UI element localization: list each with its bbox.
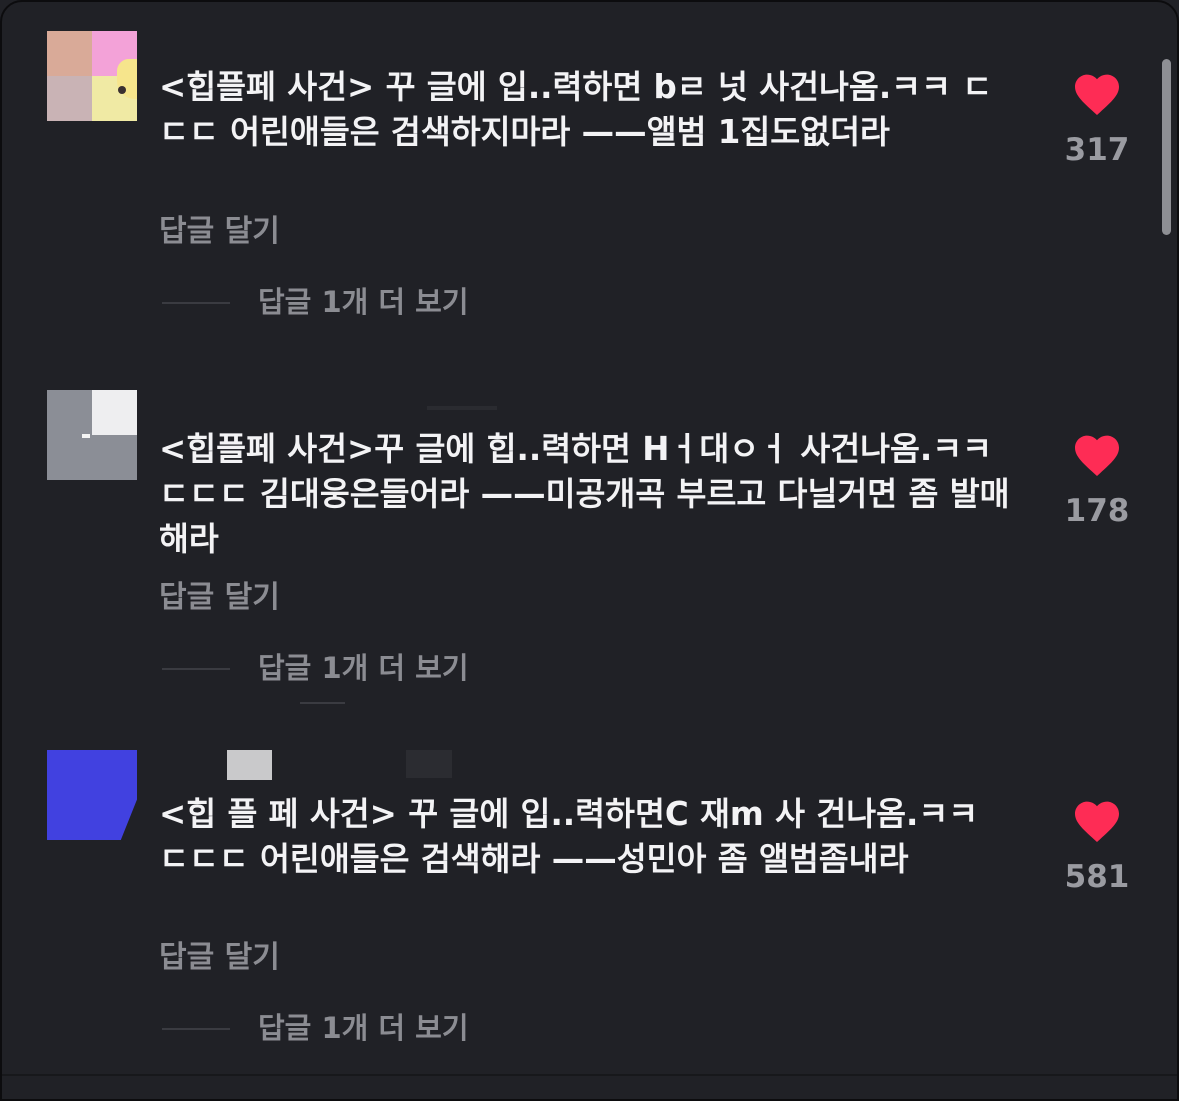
bottom-divider	[2, 1074, 1177, 1076]
reply-button[interactable]: 답글 달기	[159, 940, 280, 976]
like-count: 317	[1064, 132, 1130, 168]
reply-button[interactable]: 답글 달기	[159, 580, 280, 616]
comment-text: <힙플페 사건>꾸 글에 힙..력하면 Hㅓ대ㅇㅓ 사건나옴.ㅋㅋ ㄷㄷㄷ 김대…	[159, 430, 1010, 558]
username-redacted	[406, 750, 452, 778]
heart-icon	[1075, 74, 1119, 115]
username-redacted	[427, 406, 497, 410]
avatar[interactable]	[47, 31, 137, 121]
comment-text: <힙플페 사건> 꾸 글에 입..력하면 bㄹ 넛 사건나옴.ㅋㅋ ㄷㄷㄷ 어린…	[159, 68, 993, 151]
avatar[interactable]	[47, 390, 137, 480]
like-count: 581	[1064, 859, 1130, 895]
divider-line	[162, 302, 230, 304]
like-count: 178	[1064, 493, 1130, 529]
username-redacted	[227, 750, 272, 780]
divider-line	[300, 702, 345, 704]
reply-button[interactable]: 답글 달기	[159, 214, 280, 250]
scrollbar[interactable]	[1162, 59, 1171, 235]
comment-text: <힙 플 페 사건> 꾸 글에 입..력하면C 재m 사 건나옴.ㅋㅋ ㄷㄷㄷ …	[159, 795, 1001, 878]
like-button[interactable]: 581	[1057, 799, 1137, 895]
like-button[interactable]: 178	[1057, 433, 1137, 529]
view-more-replies-label: 답글 1개 더 보기	[258, 651, 469, 685]
avatar[interactable]	[47, 750, 137, 840]
divider-line	[162, 668, 230, 670]
view-more-replies-label: 답글 1개 더 보기	[258, 1011, 469, 1045]
divider-line	[162, 1028, 230, 1030]
heart-icon	[1075, 801, 1119, 842]
comment-list: <힙플페 사건> 꾸 글에 입..력하면 bㄹ 넛 사건나옴.ㅋㅋ ㄷㄷㄷ 어린…	[0, 0, 1179, 1101]
view-more-replies-label: 답글 1개 더 보기	[258, 285, 469, 319]
like-button[interactable]: 317	[1057, 72, 1137, 168]
heart-icon	[1075, 435, 1119, 476]
